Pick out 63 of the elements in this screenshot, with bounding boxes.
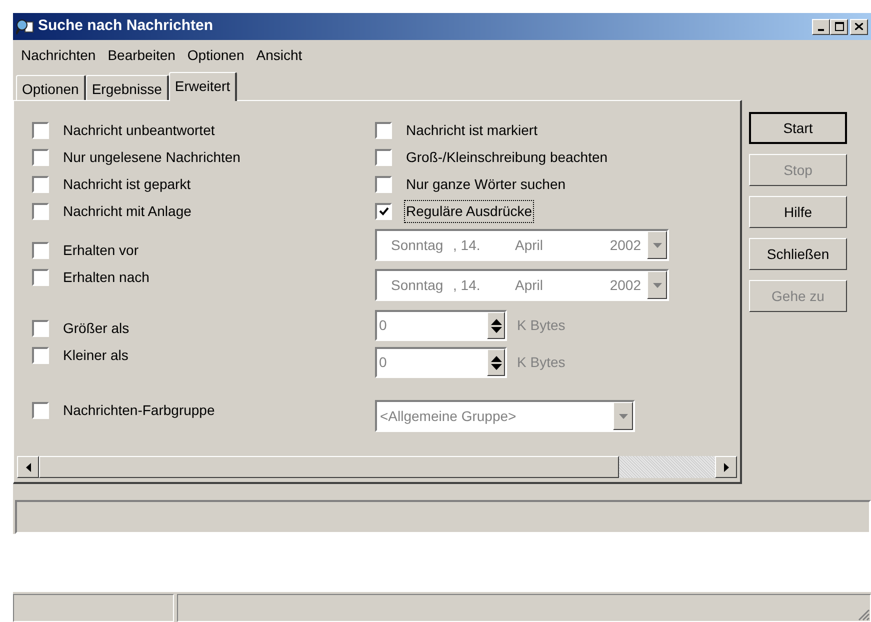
caret-down-icon [618, 414, 628, 418]
scroll-thumb[interactable] [39, 456, 619, 478]
caret-down-icon [652, 242, 662, 248]
checkbox-label: Erhalten nach [62, 268, 150, 287]
year-text: 2002 [608, 236, 642, 254]
checkbox-label: Nur ungelesene Nachrichten [62, 148, 242, 167]
checkbox-label: Nachricht mit Anlage [62, 202, 192, 221]
menu-item[interactable]: Nachrichten [21, 44, 96, 66]
left-arrow-icon [26, 462, 30, 472]
close-button[interactable] [850, 18, 868, 34]
day-text: , 14. [453, 236, 482, 254]
checkbox[interactable] [32, 122, 49, 139]
checkbox-label: Groß-/Kleinschreibung beachten [405, 148, 609, 167]
year-text: 2002 [608, 276, 642, 294]
dialog-button[interactable]: Hilfe [749, 196, 847, 228]
right-arrow-icon [724, 462, 728, 472]
checkbox-label: Nachricht unbeantwortet [62, 121, 216, 140]
magnifier-icon [16, 18, 34, 34]
unit-label: K Bytes [517, 316, 566, 335]
checkbox-label: Nachrichten-Farbgruppe [62, 401, 216, 420]
dialog-button[interactable]: Schließen [749, 238, 847, 270]
checkbox-label: Nur ganze Wörter suchen [405, 175, 567, 194]
close-icon [855, 23, 863, 30]
checkbox[interactable] [32, 176, 49, 193]
maximize-icon [834, 22, 844, 31]
checkbox[interactable] [32, 203, 49, 220]
spin-value: 0 [378, 353, 388, 372]
checkbox[interactable] [375, 203, 392, 220]
checkbox[interactable] [375, 176, 392, 193]
dialog-button[interactable]: Start [749, 112, 847, 144]
weekday-text: Sonntag [391, 276, 444, 295]
checkbox-label: Erhalten vor [62, 241, 140, 260]
scroll-left-button[interactable] [17, 456, 39, 478]
maximize-button[interactable] [830, 18, 848, 34]
checkbox[interactable] [375, 149, 392, 166]
spin-value: 0 [378, 316, 388, 335]
checkbox[interactable] [375, 122, 392, 139]
menu-item[interactable]: Optionen [187, 44, 244, 66]
checkbox-label: Nachricht ist markiert [405, 121, 538, 140]
scroll-right-button[interactable] [715, 456, 737, 478]
horizontal-scrollbar[interactable] [17, 456, 737, 478]
unit-label: K Bytes [517, 353, 566, 372]
up-down-arrows-icon [490, 354, 502, 370]
minimize-button[interactable] [812, 18, 830, 34]
menu-item[interactable]: Ansicht [256, 44, 302, 66]
checkbox-label: Kleiner als [62, 346, 130, 365]
tab[interactable]: Erweitert [168, 72, 238, 101]
dropdown-value: <Allgemeine Gruppe> [379, 406, 518, 426]
menu-item[interactable]: Bearbeiten [108, 44, 176, 66]
day-text: , 14. [453, 276, 482, 294]
minimize-icon [818, 28, 824, 30]
checkbox[interactable] [32, 149, 49, 166]
weekday-text: Sonntag [391, 236, 444, 255]
window-title: Suche nach Nachrichten [38, 16, 214, 36]
checkbox-label: Reguläre Ausdrücke [405, 201, 534, 222]
tab[interactable]: Optionen [16, 75, 86, 100]
checkbox-label: Nachricht ist geparkt [62, 175, 192, 194]
up-down-arrows-icon [490, 318, 502, 334]
checkmark-icon [378, 207, 388, 216]
checkbox-label: Größer als [62, 319, 130, 338]
month-text: April [515, 236, 544, 255]
caret-down-icon [652, 282, 662, 288]
month-text: April [515, 276, 544, 295]
